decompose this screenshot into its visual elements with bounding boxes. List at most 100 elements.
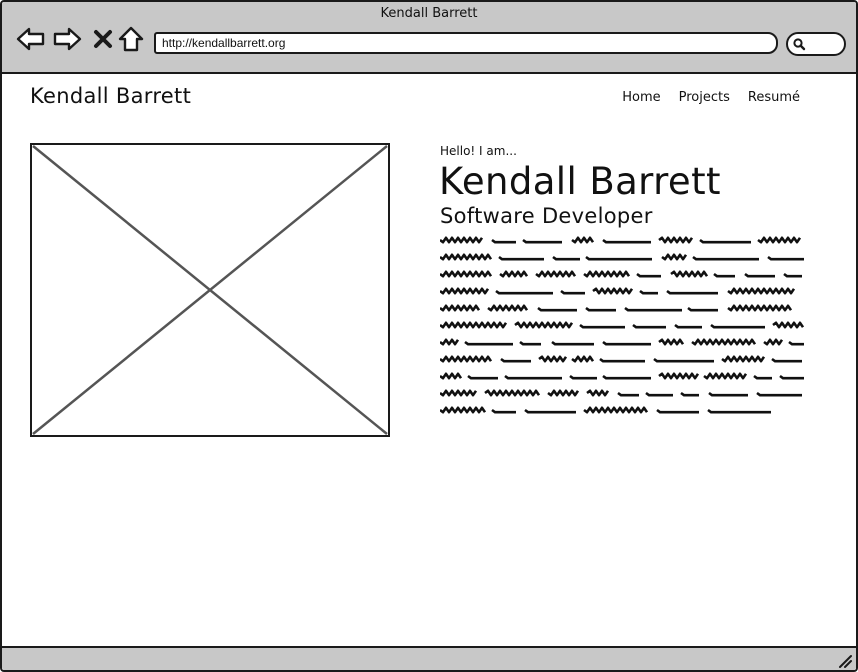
scribble-word — [763, 338, 784, 346]
scribble-word — [440, 236, 484, 244]
scribble-word — [767, 255, 804, 261]
stop-button[interactable] — [88, 24, 118, 54]
scribble-word — [585, 255, 652, 261]
scribble-word — [552, 255, 580, 261]
scribble-word — [440, 321, 508, 329]
scribble-word — [772, 321, 805, 329]
scribble-word — [500, 357, 531, 363]
scribble-word — [771, 357, 802, 363]
scribble-word — [658, 338, 685, 346]
hero-role: Software Developer — [440, 204, 653, 228]
scribble-word — [499, 270, 529, 278]
scribble-word — [639, 289, 658, 295]
scribble-word — [602, 374, 651, 380]
browser-chrome: Kendall Barrett http://kendallbarrett.or… — [2, 2, 856, 74]
scribble-word — [703, 372, 748, 380]
scribble-word — [756, 391, 802, 397]
scribble-word — [464, 340, 513, 346]
home-button[interactable] — [116, 24, 146, 54]
home-icon — [118, 26, 144, 52]
scribble-word — [713, 272, 735, 278]
scribble-word — [535, 270, 577, 278]
image-placeholder-cross — [32, 145, 388, 435]
scribble-word — [645, 391, 673, 397]
scribble-word — [661, 253, 688, 261]
scribble-word — [440, 287, 490, 295]
scribble-word — [547, 389, 580, 397]
scribble-word — [522, 238, 562, 244]
search-icon — [793, 38, 806, 51]
scribble-word — [538, 355, 568, 363]
scribble-word — [680, 391, 699, 397]
scribble-word — [632, 323, 666, 329]
scribble-word — [440, 355, 493, 363]
scribble-word — [727, 304, 793, 312]
scribble-word — [495, 289, 553, 295]
scribble-word — [699, 238, 751, 244]
scribble-word — [653, 357, 714, 363]
forward-button[interactable] — [52, 24, 82, 54]
scribble-word — [674, 323, 702, 329]
scribble-word — [579, 323, 625, 329]
scribble-word — [624, 306, 682, 312]
scribble-word — [586, 389, 610, 397]
resize-grip-icon[interactable] — [838, 654, 852, 668]
scribble-word — [504, 374, 562, 380]
scribble-word — [440, 304, 481, 312]
scribble-word — [710, 323, 765, 329]
scribble-word — [491, 238, 516, 244]
nav-home-link[interactable]: Home — [622, 90, 660, 105]
forward-arrow-icon — [53, 27, 82, 51]
scribble-word — [487, 304, 529, 312]
scribble-word — [585, 306, 616, 312]
greeting-text: Hello! I am... — [440, 144, 517, 158]
nav-resume-link[interactable]: Resumé — [748, 90, 800, 105]
scribble-word — [744, 272, 775, 278]
profile-image-placeholder — [30, 143, 390, 437]
scribble-word — [440, 253, 493, 261]
scribble-word — [783, 272, 802, 278]
scribble-word — [691, 338, 757, 346]
scribble-word — [571, 236, 595, 244]
scribble-word — [707, 408, 771, 414]
scribble-word — [440, 406, 487, 414]
scribble-word — [753, 374, 772, 380]
scribble-word — [551, 340, 594, 346]
search-box[interactable] — [786, 32, 846, 56]
scribble-word — [571, 355, 595, 363]
nav-projects-link[interactable]: Projects — [679, 90, 730, 105]
scribble-word — [498, 255, 544, 261]
back-button[interactable] — [16, 24, 46, 54]
scribble-word — [602, 340, 651, 346]
scribble-word — [537, 306, 577, 312]
scribble-word — [599, 357, 645, 363]
scribble-word — [757, 236, 802, 244]
scribble-word — [583, 270, 631, 278]
stop-x-icon — [94, 30, 112, 48]
scribble-word — [514, 321, 574, 329]
scribble-word — [656, 408, 699, 414]
scribble-word — [708, 391, 748, 397]
scribble-word — [658, 372, 700, 380]
scribble-word — [519, 340, 541, 346]
scribble-word — [727, 287, 796, 295]
scribble-word — [602, 238, 651, 244]
scribble-word — [721, 355, 766, 363]
scribble-word — [583, 406, 649, 414]
scribble-word — [467, 374, 498, 380]
back-arrow-icon — [16, 27, 45, 51]
scribble-word — [670, 270, 709, 278]
window-title: Kendall Barrett — [380, 6, 478, 21]
scribble-word — [788, 340, 804, 346]
scribble-word — [440, 270, 493, 278]
scribble-word — [779, 374, 804, 380]
site-title[interactable]: Kendall Barrett — [30, 84, 191, 108]
scribble-word — [687, 306, 718, 312]
scribble-word — [524, 408, 576, 414]
scribble-word — [569, 374, 597, 380]
scribble-word — [560, 289, 585, 295]
scribble-word — [658, 236, 694, 244]
main-nav: Home Projects Resumé — [622, 90, 800, 105]
scribble-word — [491, 408, 516, 414]
url-bar[interactable]: http://kendallbarrett.org — [154, 32, 778, 54]
